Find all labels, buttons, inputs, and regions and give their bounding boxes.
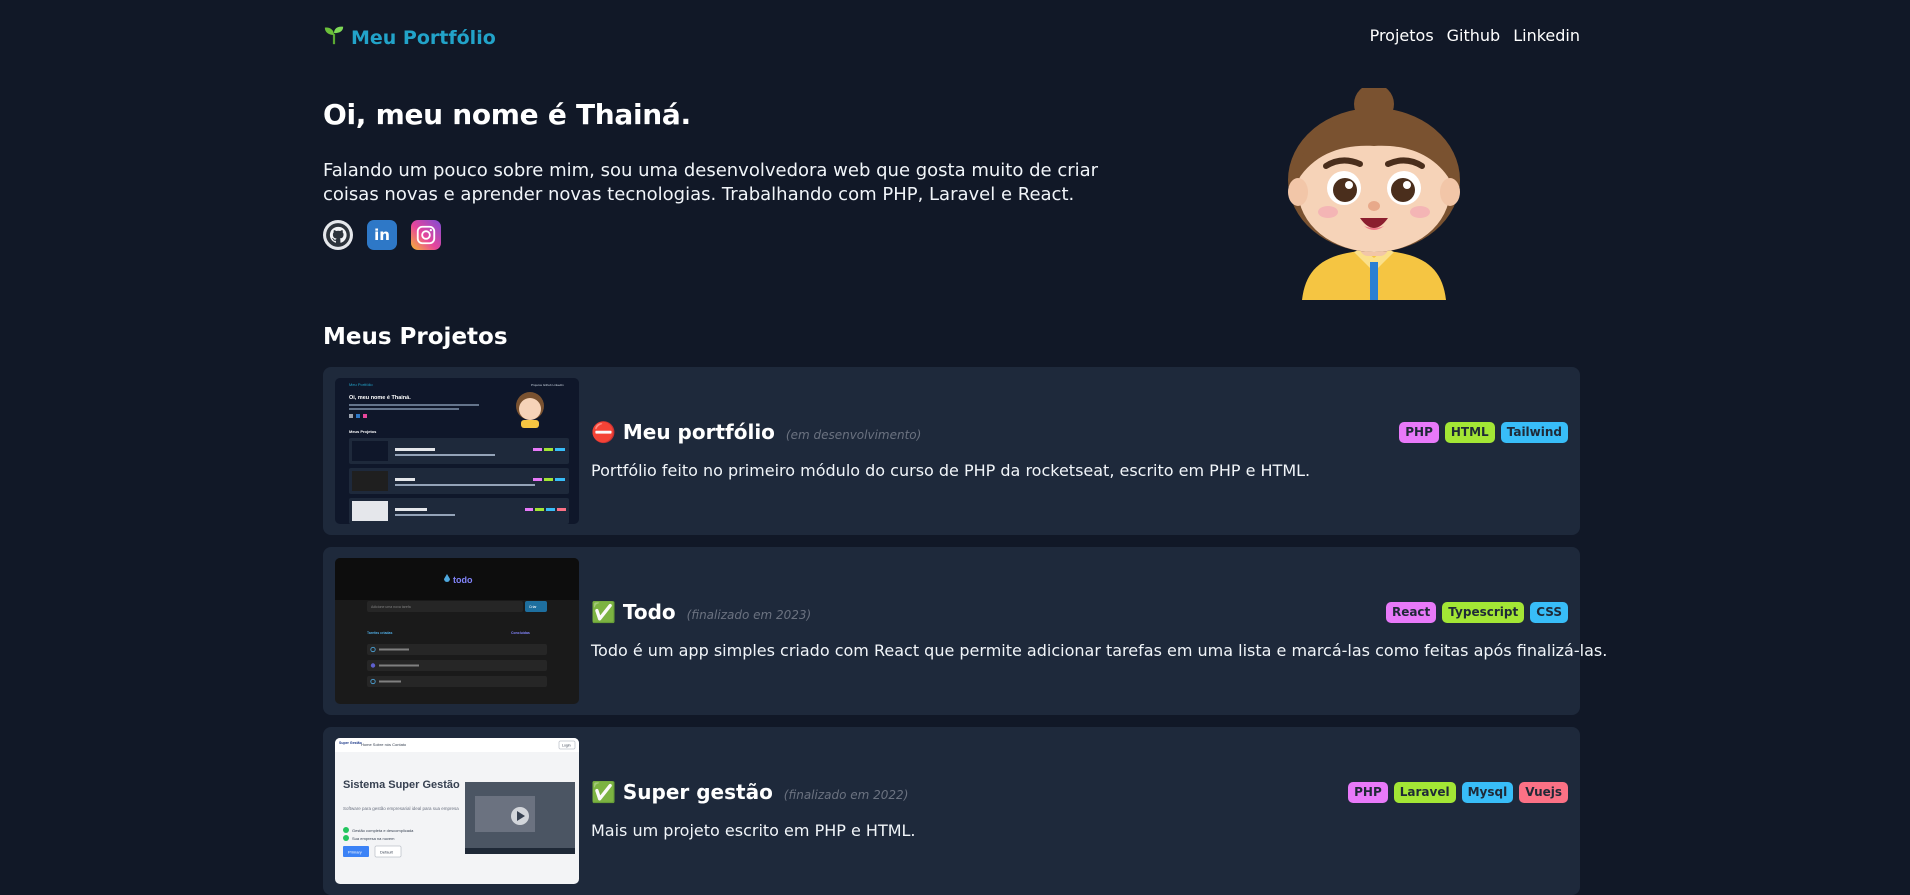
thumb-sg-btn1: Primary [348, 850, 362, 855]
thumb-sg-title: Sistema Super Gestão [343, 779, 460, 791]
thumb-todo-logo: todo [453, 575, 473, 585]
projects-section-title: Meus Projetos [323, 324, 508, 350]
seedling-icon [323, 24, 345, 51]
project-description: Portfólio feito no primeiro módulo do cu… [591, 461, 1311, 480]
instagram-icon[interactable] [411, 220, 441, 250]
thumb-sg-btn2: Default [380, 850, 394, 855]
project-status: (finalizado em 2023) [686, 608, 812, 622]
project-title-row: ✅ Todo (finalizado em 2023) [591, 600, 811, 624]
project-title[interactable]: Super gestão [623, 780, 773, 804]
project-info-todo: ✅ Todo (finalizado em 2023) React Typesc… [591, 547, 1607, 715]
thumb-portfolio-section: Meus Projetos [349, 429, 377, 434]
logo-text: Meu Portfólio [351, 26, 496, 49]
thumb-sg-check1: Gestão completa e descomplicada [352, 828, 414, 833]
thumb-sg-login: Login [562, 744, 571, 748]
tag-php: PHP [1399, 422, 1439, 443]
project-tags: PHP HTML Tailwind [1399, 422, 1568, 443]
thumb-portfolio-nav: Projetos Github Linkedin [531, 383, 564, 387]
nav-link-projetos[interactable]: Projetos [1370, 26, 1434, 45]
tag-php: PHP [1348, 782, 1388, 803]
logo-link[interactable]: Meu Portfólio [323, 24, 496, 51]
nav-link-linkedin[interactable]: Linkedin [1513, 26, 1580, 45]
thumb-sg-subtitle: Software para gestão empresarial ideal p… [343, 806, 459, 811]
thumb-sg-nav: Home Sobre nós Contato [361, 742, 407, 747]
project-status: (em desenvolvimento) [785, 428, 922, 442]
linkedin-glyph: in [374, 226, 390, 244]
nav-link-github[interactable]: Github [1447, 26, 1501, 45]
check-mark-icon: ✅ [591, 600, 616, 624]
tag-typescript: Typescript [1442, 602, 1525, 623]
linkedin-icon[interactable]: in [367, 220, 397, 250]
project-title[interactable]: Todo [623, 600, 676, 624]
project-thumbnail-super-gestao[interactable]: Super Gestão Home Sobre nós Contato Logi… [335, 738, 579, 884]
project-info-super-gestao: ✅ Super gestão (finalizado em 2022) PHP … [591, 727, 1568, 895]
hero-description: Falando um pouco sobre mim, sou uma dese… [323, 160, 1099, 205]
project-description: Mais um projeto escrito em PHP e HTML. [591, 821, 916, 840]
project-card-super-gestao[interactable]: Super Gestão Home Sobre nós Contato Logi… [323, 727, 1580, 895]
check-mark-icon: ✅ [591, 780, 616, 804]
thumb-sg-brand: Super Gestão [339, 741, 362, 745]
thumb-todo-input: Adicione uma nova tarefa [371, 605, 411, 609]
project-info-portfolio: ⛔ Meu portfólio (em desenvolvimento) PHP… [591, 367, 1568, 535]
social-links: in [323, 220, 441, 250]
top-nav: Projetos Github Linkedin [1370, 26, 1580, 45]
thumb-portfolio-logo: Meu Portfólio [349, 382, 373, 387]
project-description: Todo é um app simples criado com React q… [591, 641, 1608, 660]
tag-html: HTML [1444, 422, 1495, 443]
github-icon[interactable] [323, 220, 353, 250]
project-tags: React Typescript CSS [1385, 602, 1568, 623]
project-title-row: ✅ Super gestão (finalizado em 2022) [591, 780, 908, 804]
thumb-todo-button: Criar [529, 605, 537, 609]
project-title[interactable]: Meu portfólio [623, 420, 775, 444]
tag-laravel: Laravel [1393, 782, 1456, 803]
tag-vuejs: Vuejs [1519, 782, 1568, 803]
hero-title: Oi, meu nome é Thainá. [323, 98, 691, 131]
thumb-todo-created: Tarefas criadas [367, 631, 392, 635]
thumb-todo-done: Concluídas [511, 631, 530, 635]
no-entry-icon: ⛔ [591, 420, 616, 444]
project-thumbnail-todo[interactable]: todo Adicione uma nova tarefa Criar Tare… [335, 558, 579, 704]
project-card-portfolio[interactable]: Meu Portfólio Projetos Github Linkedin O… [323, 367, 1580, 535]
project-card-todo[interactable]: todo Adicione uma nova tarefa Criar Tare… [323, 547, 1607, 715]
avatar-3d-icon [1274, 84, 1474, 300]
tag-react: React [1385, 602, 1437, 623]
header: Meu Portfólio Projetos Github Linkedin [323, 22, 1580, 52]
project-status: (finalizado em 2022) [783, 788, 909, 802]
project-title-row: ⛔ Meu portfólio (em desenvolvimento) [591, 420, 921, 444]
thumb-portfolio-title: Oi, meu nome é Thainá. [349, 395, 411, 401]
tag-mysql: Mysql [1461, 782, 1514, 803]
tag-tailwind: Tailwind [1500, 422, 1568, 443]
thumb-sg-check2: Sua empresa na nuvem [352, 836, 395, 841]
project-thumbnail-portfolio[interactable]: Meu Portfólio Projetos Github Linkedin O… [335, 378, 579, 524]
tag-css: CSS [1530, 602, 1568, 623]
project-tags: PHP Laravel Mysql Vuejs [1348, 782, 1568, 803]
